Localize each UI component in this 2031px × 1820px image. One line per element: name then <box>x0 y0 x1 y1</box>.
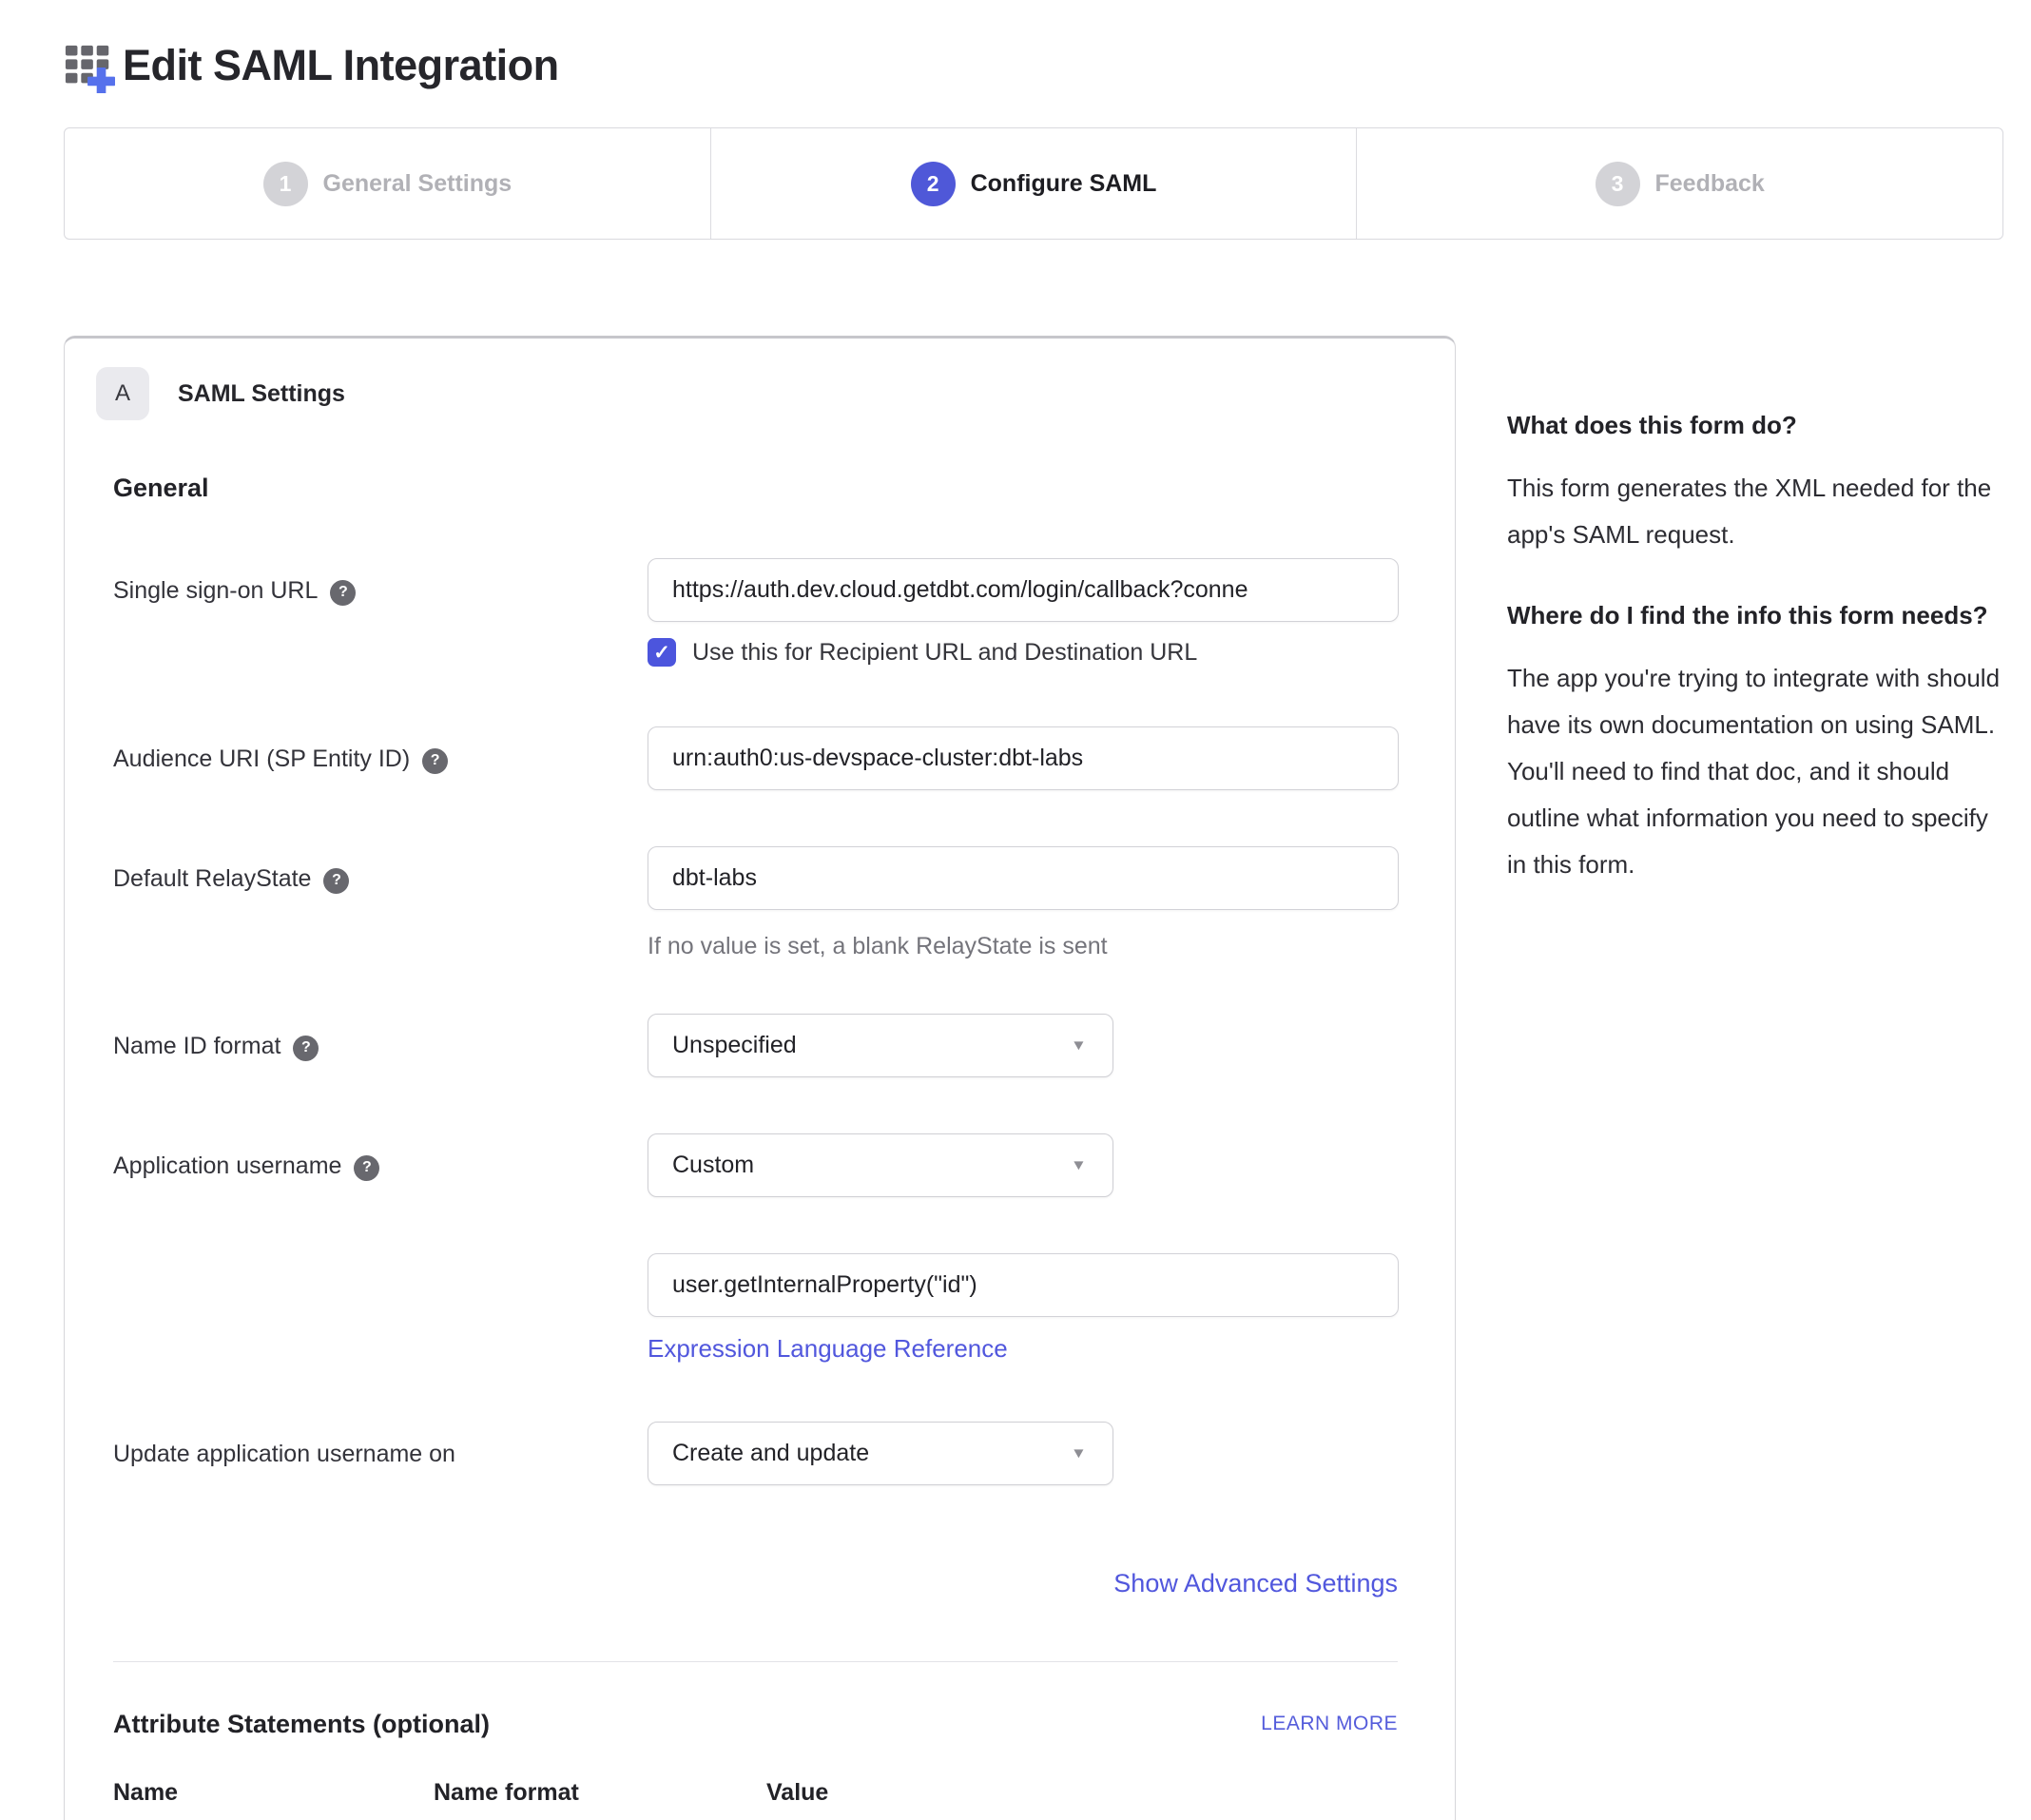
attribute-table-header: Name Name format Value <box>113 1779 1398 1807</box>
app-grid-plus-icon <box>64 42 115 93</box>
step-label: Feedback <box>1655 170 1765 198</box>
section-title: SAML Settings <box>178 380 345 408</box>
help-icon[interactable]: ? <box>293 1036 319 1061</box>
attr-col-name-format: Name format <box>434 1779 766 1807</box>
step-number-badge: 3 <box>1596 162 1640 206</box>
relay-state-control <box>648 846 1399 910</box>
step-number-badge: 1 <box>263 162 308 206</box>
update-username-value: Create and update <box>672 1440 869 1467</box>
relay-state-hint: If no value is set, a blank RelayState i… <box>648 933 1398 960</box>
app-username-custom-wrap <box>648 1253 1398 1317</box>
sso-url-label: Single sign-on URL <box>113 577 318 604</box>
sidebar-heading-what: What does this form do? <box>1507 408 2003 443</box>
app-username-label-wrap: Application username? <box>113 1133 648 1197</box>
sso-url-input[interactable] <box>648 558 1399 622</box>
advanced-settings-row: Show Advanced Settings <box>113 1569 1398 1598</box>
audience-uri-label-wrap: Audience URI (SP Entity ID)? <box>113 726 648 790</box>
relay-state-label: Default RelayState <box>113 865 311 892</box>
update-username-row: Update application username on Create an… <box>113 1422 1398 1485</box>
attr-col-name: Name <box>113 1779 434 1807</box>
name-id-format-select[interactable]: Unspecified ▼ <box>648 1014 1113 1077</box>
step-wizard: 1 General Settings 2 Configure SAML 3 Fe… <box>64 127 2003 240</box>
main-content: A SAML Settings General Single sign-on U… <box>64 336 2003 1820</box>
section-divider <box>113 1661 1398 1662</box>
sso-url-control <box>648 558 1399 622</box>
general-heading: General <box>113 474 1398 503</box>
sidebar-heading-where: Where do I find the info this form needs… <box>1507 598 2003 633</box>
relay-state-label-wrap: Default RelayState? <box>113 846 648 910</box>
step-general-settings[interactable]: 1 General Settings <box>65 128 710 239</box>
name-id-format-label: Name ID format <box>113 1033 280 1059</box>
audience-uri-label: Audience URI (SP Entity ID) <box>113 745 410 772</box>
name-id-format-value: Unspecified <box>672 1032 797 1059</box>
app-username-select[interactable]: Custom ▼ <box>648 1133 1113 1197</box>
section-a-badge: A <box>96 367 149 420</box>
app-username-value: Custom <box>672 1152 754 1179</box>
expression-language-reference-link[interactable]: Expression Language Reference <box>648 1334 1008 1364</box>
help-icon[interactable]: ? <box>330 580 356 606</box>
saml-settings-panel: A SAML Settings General Single sign-on U… <box>64 336 1456 1820</box>
attr-col-value: Value <box>766 1779 828 1807</box>
audience-uri-row: Audience URI (SP Entity ID)? <box>113 726 1398 790</box>
app-username-label: Application username <box>113 1152 341 1179</box>
page: Edit SAML Integration 1 General Settings… <box>64 0 2003 1820</box>
chevron-down-icon: ▼ <box>1071 1037 1087 1054</box>
attribute-statements-heading: Attribute Statements (optional) <box>113 1710 490 1739</box>
step-configure-saml[interactable]: 2 Configure SAML <box>710 128 1357 239</box>
relay-state-input[interactable] <box>648 846 1399 910</box>
sso-url-label-wrap: Single sign-on URL? <box>113 558 648 622</box>
step-label: Configure SAML <box>971 170 1157 198</box>
section-header: A SAML Settings <box>96 367 1398 420</box>
help-icon[interactable]: ? <box>422 748 448 774</box>
chevron-down-icon: ▼ <box>1071 1157 1087 1173</box>
audience-uri-control <box>648 726 1399 790</box>
update-username-control: Create and update ▼ <box>648 1422 1398 1485</box>
app-username-control: Custom ▼ <box>648 1133 1398 1197</box>
page-title: Edit SAML Integration <box>123 41 559 90</box>
audience-uri-input[interactable] <box>648 726 1399 790</box>
help-sidebar: What does this form do? This form genera… <box>1507 336 2003 928</box>
step-feedback[interactable]: 3 Feedback <box>1356 128 2002 239</box>
page-header: Edit SAML Integration <box>64 38 2003 93</box>
sso-url-row: Single sign-on URL? <box>113 558 1398 622</box>
step-label: General Settings <box>323 170 513 198</box>
learn-more-link[interactable]: LEARN MORE <box>1261 1713 1398 1739</box>
app-username-custom-input[interactable] <box>648 1253 1399 1317</box>
relay-state-row: Default RelayState? <box>113 846 1398 910</box>
sidebar-body-where: The app you're trying to integrate with … <box>1507 655 2003 888</box>
sidebar-body-what: This form generates the XML needed for t… <box>1507 465 2003 558</box>
name-id-format-control: Unspecified ▼ <box>648 1014 1398 1077</box>
attribute-statements-header: Attribute Statements (optional) LEARN MO… <box>113 1710 1398 1739</box>
name-id-format-row: Name ID format? Unspecified ▼ <box>113 1014 1398 1077</box>
help-icon[interactable]: ? <box>323 868 349 894</box>
recipient-url-checkbox-label: Use this for Recipient URL and Destinati… <box>692 639 1197 667</box>
app-username-row: Application username? Custom ▼ <box>113 1133 1398 1197</box>
recipient-url-checkbox[interactable]: ✓ <box>648 638 676 667</box>
update-username-label: Update application username on <box>113 1422 648 1485</box>
chevron-down-icon: ▼ <box>1071 1445 1087 1462</box>
update-username-select[interactable]: Create and update ▼ <box>648 1422 1113 1485</box>
name-id-format-label-wrap: Name ID format? <box>113 1014 648 1077</box>
step-number-badge: 2 <box>911 162 956 206</box>
help-icon[interactable]: ? <box>354 1155 379 1181</box>
show-advanced-settings-link[interactable]: Show Advanced Settings <box>1113 1569 1398 1597</box>
recipient-url-check-row: ✓ Use this for Recipient URL and Destina… <box>648 638 1398 667</box>
